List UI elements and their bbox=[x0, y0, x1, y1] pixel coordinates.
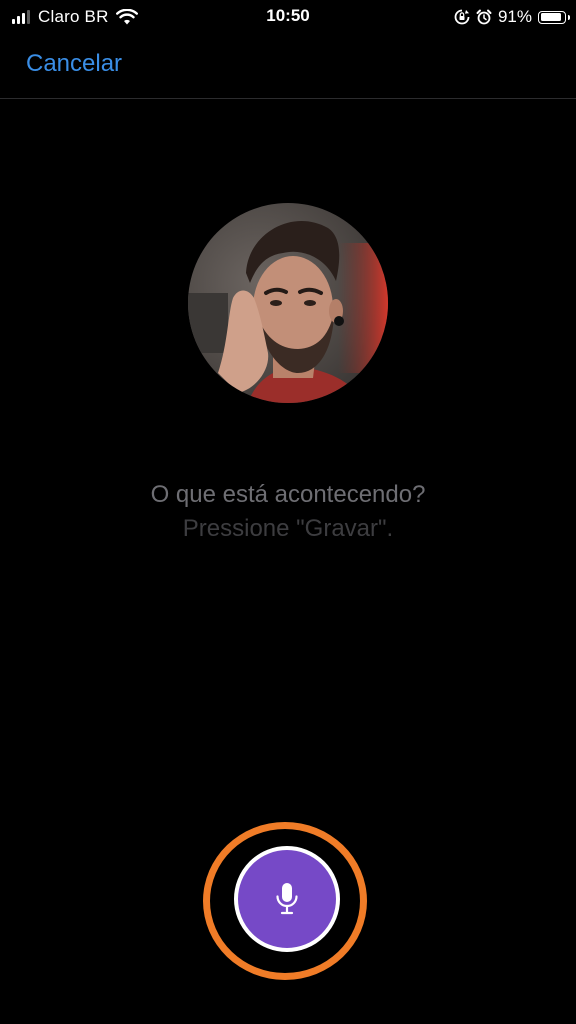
battery-fill bbox=[540, 13, 562, 21]
battery-cap bbox=[567, 14, 570, 20]
nav-bar: Cancelar bbox=[0, 34, 576, 99]
user-avatar bbox=[188, 203, 388, 403]
cancel-button[interactable]: Cancelar bbox=[26, 50, 122, 78]
status-bar-right: 91% bbox=[454, 6, 570, 28]
microphone-icon bbox=[276, 883, 298, 915]
prompt-subtitle: Pressione "Gravar". bbox=[182, 515, 394, 542]
record-button[interactable] bbox=[234, 846, 340, 952]
battery-percent: 91% bbox=[497, 7, 532, 26]
status-bar: Claro BR 10:50 91% bbox=[0, 0, 576, 34]
prompt-title: O que está acontecendo? bbox=[150, 481, 426, 508]
alarm-icon bbox=[476, 9, 492, 25]
battery-icon bbox=[538, 10, 570, 24]
orientation-lock-icon bbox=[454, 9, 470, 25]
user-photo bbox=[188, 220, 388, 403]
